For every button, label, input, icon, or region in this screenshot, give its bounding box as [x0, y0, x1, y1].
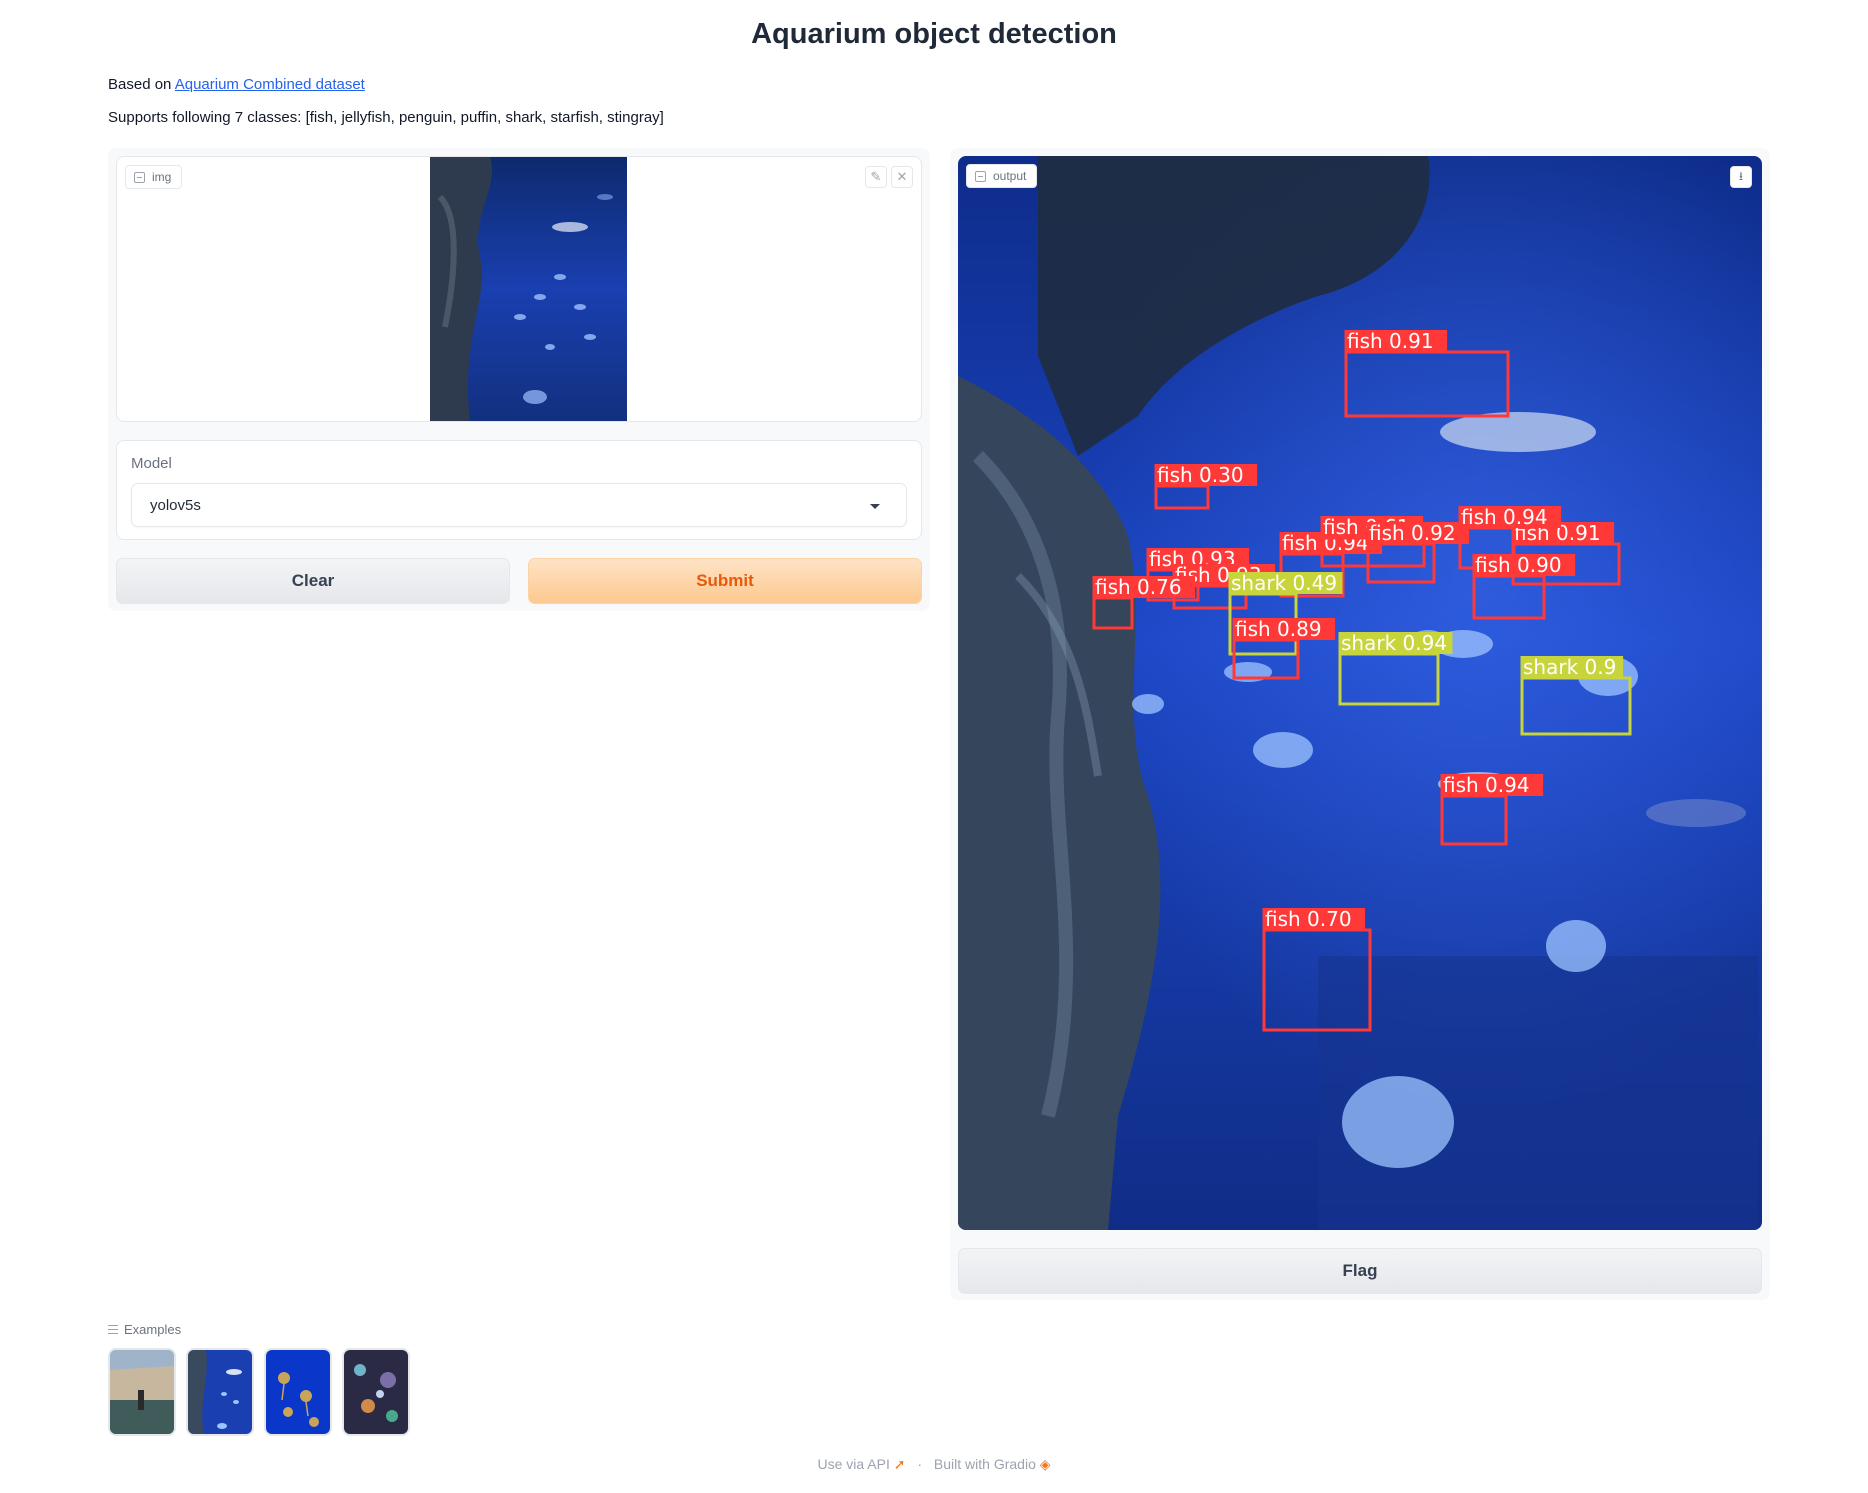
- detection-label: fish 0.89: [1235, 617, 1322, 641]
- based-on-prefix: Based on: [108, 76, 175, 93]
- input-image-preview: [430, 157, 627, 421]
- detection-label: fish 0.91: [1347, 329, 1434, 353]
- gradio-logo-icon: ◈: [1039, 1456, 1051, 1472]
- model-label: Model: [131, 455, 172, 472]
- example-thumbnail-4[interactable]: [342, 1348, 410, 1436]
- image-input[interactable]: img ✎ ✕: [116, 156, 922, 422]
- model-dropdown[interactable]: yolov5s: [131, 483, 907, 527]
- detection-label: shark 0.94: [1341, 631, 1447, 655]
- submit-button[interactable]: Submit: [528, 558, 922, 604]
- pencil-icon[interactable]: ✎: [865, 166, 887, 188]
- model-dropdown-value: yolov5s: [150, 497, 201, 514]
- description-classes: Supports following 7 classes: [fish, jel…: [108, 109, 664, 126]
- detection-label: fish 0.94: [1443, 773, 1530, 797]
- detection-label: fish 0.30: [1157, 463, 1244, 487]
- aquarium-photo-small: [430, 157, 627, 421]
- example-thumbnail-2[interactable]: [186, 1348, 254, 1436]
- list-icon: [108, 1325, 118, 1334]
- rocket-icon: ➚: [893, 1456, 910, 1472]
- detection-label: fish 0.90: [1475, 553, 1562, 577]
- output-panel: output ⭳ fish 0.91 fish 0.30 fish 0.94 f…: [950, 148, 1770, 1300]
- footer: Use via API ➚ · Built with Gradio ◈: [0, 1456, 1868, 1473]
- image-icon: [975, 170, 986, 182]
- detection-label: shark 0.49: [1231, 571, 1337, 595]
- flag-button[interactable]: Flag: [958, 1248, 1762, 1294]
- detection-label: shark 0.9: [1523, 655, 1616, 679]
- output-label: output: [966, 164, 1038, 188]
- download-icon[interactable]: ⭳: [1730, 166, 1752, 188]
- model-selector: Model yolov5s: [116, 440, 922, 540]
- example-image-3: [266, 1350, 330, 1434]
- use-via-api-link[interactable]: Use via API: [817, 1456, 889, 1472]
- clear-button[interactable]: Clear: [116, 558, 510, 604]
- detection-label: fish 0.92: [1369, 521, 1456, 545]
- page-title: Aquarium object detection: [751, 18, 1117, 50]
- example-thumbnail-3[interactable]: [264, 1348, 332, 1436]
- output-image: output ⭳ fish 0.91 fish 0.30 fish 0.94 f…: [958, 156, 1762, 1230]
- description-based-on: Based on Aquarium Combined dataset: [108, 76, 365, 93]
- close-icon[interactable]: ✕: [891, 166, 913, 188]
- examples-label: Examples: [108, 1322, 181, 1337]
- footer-separator: ·: [917, 1456, 923, 1472]
- example-image-4: [344, 1350, 408, 1434]
- example-image-2: [188, 1350, 252, 1434]
- example-image-1: [110, 1350, 174, 1434]
- detection-label: fish 0.76: [1095, 575, 1182, 599]
- detection-label: fish 0.94: [1461, 505, 1548, 529]
- input-panel: img ✎ ✕ Model yolov5s Clear Submit: [108, 148, 930, 611]
- image-input-label: img: [125, 165, 183, 189]
- detection-result-image: fish 0.91fish 0.30fish 0.94 fish 0.91fish…: [958, 156, 1762, 1230]
- detection-label: fish 0.70: [1265, 907, 1352, 931]
- dataset-link[interactable]: Aquarium Combined dataset: [175, 76, 365, 93]
- caret-down-icon: [870, 504, 880, 509]
- image-icon: [134, 171, 145, 183]
- built-with-gradio-link[interactable]: Built with Gradio: [934, 1456, 1036, 1472]
- example-thumbnail-1[interactable]: [108, 1348, 176, 1436]
